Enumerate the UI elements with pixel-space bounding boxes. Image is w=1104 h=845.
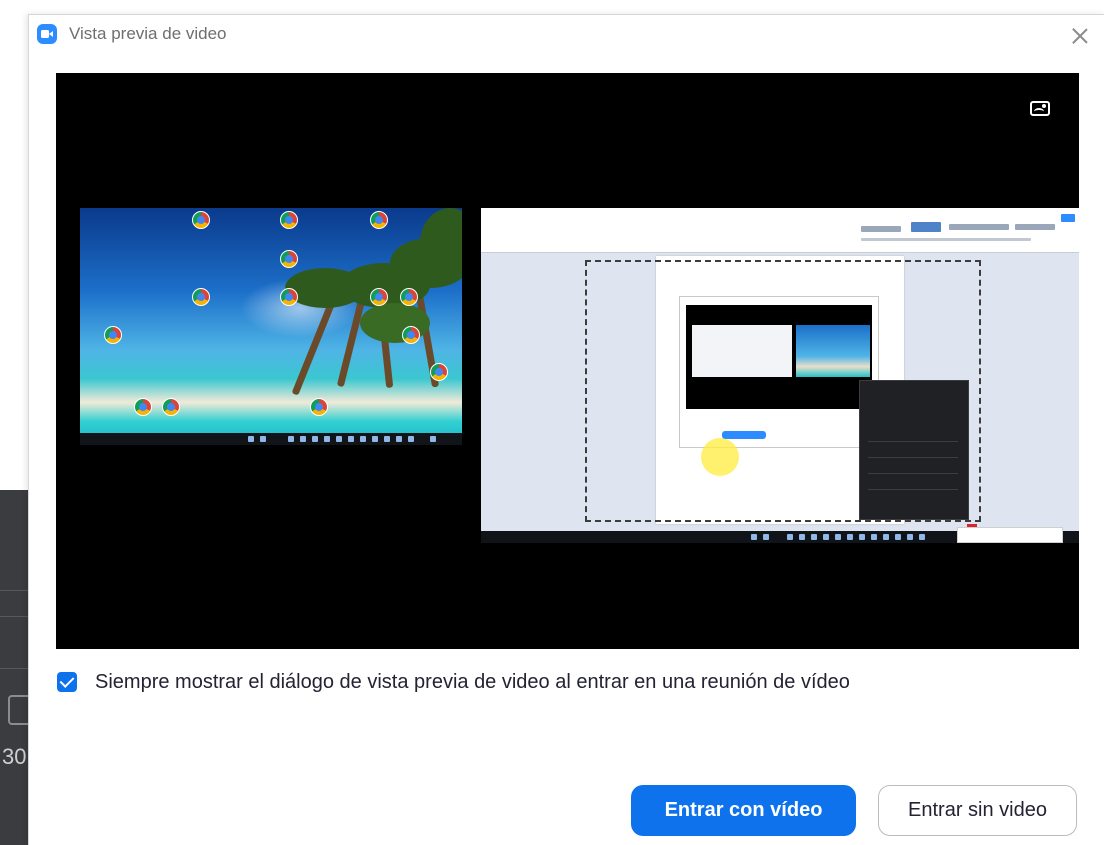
taskbar-app xyxy=(871,534,877,540)
taskbar-app xyxy=(763,534,769,540)
title-bar: Vista previa de video xyxy=(29,15,1104,55)
notification-toast xyxy=(957,527,1063,543)
desktop-shortcut-icon xyxy=(400,288,418,306)
background-control xyxy=(8,695,30,725)
background-divider xyxy=(0,668,28,669)
desktop-shortcut-icon xyxy=(310,398,328,416)
ribbon-control xyxy=(1061,214,1075,222)
nested-right-screen xyxy=(796,325,870,377)
taskbar-app xyxy=(835,534,841,540)
image-background-icon[interactable] xyxy=(1029,99,1053,119)
always-show-preview-checkbox[interactable] xyxy=(57,672,77,692)
taskbar-app xyxy=(883,534,889,540)
taskbar-app xyxy=(859,534,865,540)
nested-preview-video xyxy=(686,305,872,409)
checkmark-icon xyxy=(59,673,75,688)
taskbar-app xyxy=(384,436,390,442)
zoom-camera-icon xyxy=(37,24,57,44)
taskbar-app xyxy=(288,436,294,442)
background-divider xyxy=(0,616,28,617)
taskbar-app xyxy=(396,436,402,442)
shared-screen-right-monitor xyxy=(481,208,1079,543)
taskbar-app xyxy=(312,436,318,442)
desktop-shortcut-icon xyxy=(134,398,152,416)
taskbar-app xyxy=(248,436,254,442)
picker-sun xyxy=(1042,104,1046,108)
nested-preview-dialog xyxy=(679,296,879,448)
taskbar-app xyxy=(811,534,817,540)
desktop-shortcut-icon xyxy=(280,211,298,229)
taskbar-app xyxy=(408,436,414,442)
camera-lens-shape xyxy=(49,31,53,37)
taskbar-app xyxy=(895,534,901,540)
nested-dark-panel xyxy=(859,380,969,520)
left-monitor-taskbar xyxy=(80,433,462,445)
video-preview-area xyxy=(56,73,1079,649)
nested-join-button xyxy=(722,431,766,439)
background-app-edge: 30 xyxy=(0,490,30,845)
close-icon[interactable] xyxy=(1065,21,1095,51)
ribbon-control xyxy=(861,226,901,232)
taskbar-app xyxy=(348,436,354,442)
document-ribbon xyxy=(481,208,1079,253)
cursor-highlight xyxy=(701,438,739,476)
panel-row xyxy=(868,457,958,458)
taskbar-app xyxy=(751,534,757,540)
taskbar-app xyxy=(799,534,805,540)
join-with-video-button[interactable]: Entrar con vídeo xyxy=(631,785,856,836)
ribbon-control xyxy=(911,222,941,232)
taskbar-app xyxy=(372,436,378,442)
picker-mountain xyxy=(1034,108,1044,115)
taskbar-app xyxy=(919,534,925,540)
desktop-shortcut-icon xyxy=(402,326,420,344)
taskbar-app xyxy=(336,436,342,442)
taskbar-app xyxy=(300,436,306,442)
ribbon-control xyxy=(861,238,1031,241)
camera-body-shape xyxy=(41,30,49,38)
taskbar-app xyxy=(324,436,330,442)
screen: 30 Vista previa de video Siempre mostrar… xyxy=(0,0,1104,845)
taskbar-app xyxy=(260,436,266,442)
taskbar-app xyxy=(360,436,366,442)
taskbar-app xyxy=(430,436,436,442)
background-partial-text: 30 xyxy=(2,744,27,769)
desktop-shortcut-icon xyxy=(430,363,448,381)
taskbar-app xyxy=(823,534,829,540)
desktop-shortcut-icon xyxy=(280,250,298,268)
always-show-preview-label: Siempre mostrar el diálogo de vista prev… xyxy=(95,671,850,693)
desktop-shortcut-icon xyxy=(162,398,180,416)
nested-left-screen xyxy=(692,325,792,377)
background-divider xyxy=(0,590,28,591)
taskbar-app xyxy=(787,534,793,540)
shared-screen-left-monitor xyxy=(80,208,462,445)
desktop-shortcut-icon xyxy=(192,211,210,229)
taskbar-app xyxy=(907,534,913,540)
dialog-title: Vista previa de video xyxy=(69,24,227,43)
desktop-shortcut-icon xyxy=(370,211,388,229)
desktop-shortcut-icon xyxy=(280,288,298,306)
panel-row xyxy=(868,441,958,442)
video-preview-dialog: Vista previa de video Siempre mostrar el… xyxy=(28,14,1104,845)
ribbon-control xyxy=(1015,224,1055,230)
panel-row xyxy=(868,473,958,474)
join-without-video-button[interactable]: Entrar sin video xyxy=(878,785,1077,836)
ribbon-control xyxy=(949,224,1009,230)
desktop-shortcut-icon xyxy=(104,326,122,344)
taskbar-app xyxy=(847,534,853,540)
panel-row xyxy=(868,489,958,490)
desktop-shortcut-icon xyxy=(370,288,388,306)
desktop-shortcut-icon xyxy=(192,288,210,306)
